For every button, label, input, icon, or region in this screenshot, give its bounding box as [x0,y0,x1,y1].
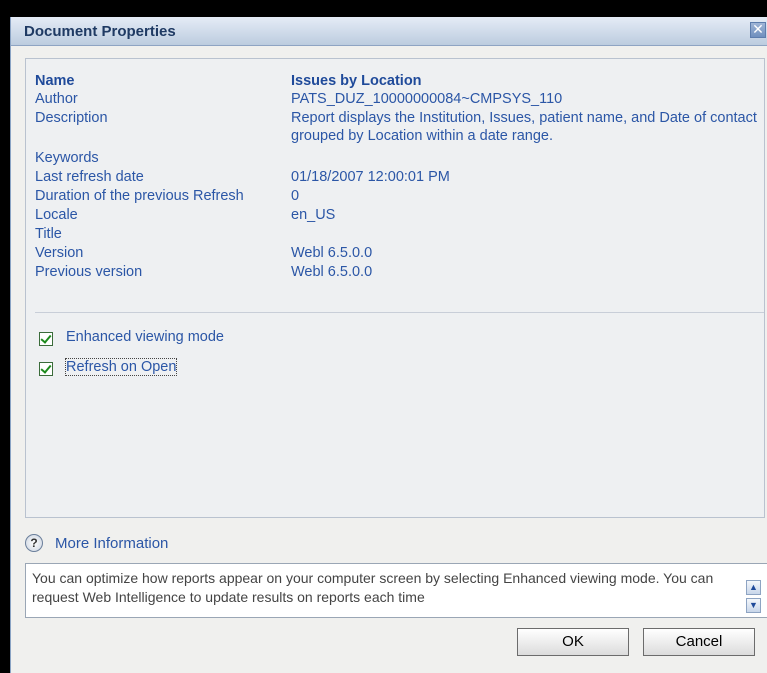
scroll-up-button[interactable]: ▲ [746,580,761,595]
property-value-last-refresh-date: 01/18/2007 12:00:01 PM [291,169,450,185]
enhanced-viewing-checkbox[interactable] [39,332,53,346]
property-label-refresh-duration: Duration of the previous Refresh [35,188,244,204]
property-label-keywords: Keywords [35,150,99,166]
property-label-title: Title [35,226,62,242]
enhanced-viewing-label[interactable]: Enhanced viewing mode [66,329,224,345]
property-label-previous-version: Previous version [35,264,143,280]
refresh-on-open-checkbox[interactable] [39,362,53,376]
property-label-locale: Locale [35,207,78,223]
property-label-name: Name [35,73,75,89]
property-value-name: Issues by Location [291,73,422,89]
property-label-version: Version [35,245,84,261]
property-value-locale: en_US [291,207,336,223]
ok-button[interactable]: OK [517,628,629,656]
more-information-textbox[interactable]: You can optimize how reports appear on y… [25,563,767,618]
close-icon[interactable]: ✕ [750,22,766,38]
dialog-titlebar[interactable]: Document Properties ✕ [11,17,767,46]
property-label-description: Description [35,110,108,126]
property-value-refresh-duration: 0 [291,188,300,204]
property-label-last-refresh-date: Last refresh date [35,169,144,185]
property-value-description: Report displays the Institution, Issues,… [291,110,757,144]
refresh-on-open-label[interactable]: Refresh on Open [64,358,178,376]
property-label-author: Author [35,91,78,107]
scroll-down-button[interactable]: ▼ [746,598,761,613]
property-value-version: Webl 6.5.0.0 [291,245,373,261]
cancel-button[interactable]: Cancel [643,628,755,656]
properties-panel: Name Issues by Location Author PATS_DUZ_… [25,58,765,518]
help-icon[interactable]: ? [25,534,43,552]
property-value-author: PATS_DUZ_10000000084~CMPSYS_110 [291,91,563,107]
document-properties-dialog: Document Properties ✕ Name Issues by Loc… [10,17,767,673]
property-value-previous-version: Webl 6.5.0.0 [291,264,373,280]
divider [35,312,764,313]
dialog-title: Document Properties [24,23,176,40]
more-information-text: You can optimize how reports appear on y… [32,570,714,605]
more-information-label[interactable]: More Information [55,535,168,552]
